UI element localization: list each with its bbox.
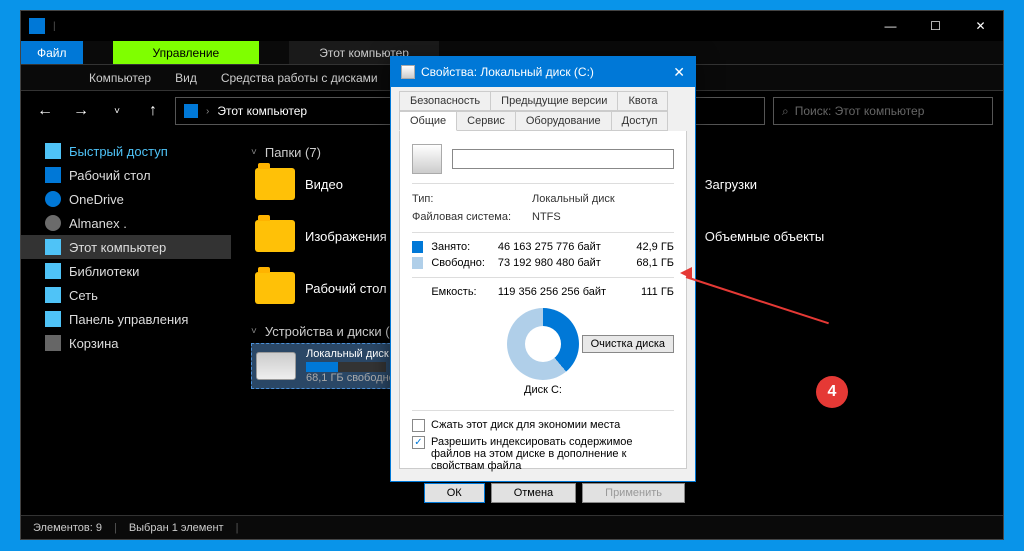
sidebar-control-panel[interactable]: Панель управления xyxy=(21,307,231,331)
index-label: Разрешить индексировать содержимое файло… xyxy=(431,436,674,472)
tab-security[interactable]: Безопасность xyxy=(399,91,491,111)
status-selected: Выбран 1 элемент xyxy=(129,522,224,534)
compress-label: Сжать этот диск для экономии места xyxy=(431,419,620,431)
free-label: Свободно: xyxy=(431,257,490,269)
chevron-down-icon: ˅ xyxy=(251,147,257,158)
used-bytes: 46 163 275 776 байт xyxy=(498,241,619,253)
title-bar: | — ☐ ✕ xyxy=(21,11,1003,41)
breadcrumb-chevron-icon: › xyxy=(206,106,209,117)
properties-dialog: Свойства: Локальный диск (C:) ✕ Безопасн… xyxy=(390,56,696,482)
sidebar-user[interactable]: Almanex . xyxy=(21,211,231,235)
capacity-gb: 111 ГБ xyxy=(627,286,674,298)
fs-value: NTFS xyxy=(532,211,561,223)
used-gb: 42,9 ГБ xyxy=(627,241,674,253)
dialog-tabs: Безопасность Предыдущие версии Квота Общ… xyxy=(391,87,695,131)
capacity-label: Емкость: xyxy=(431,286,490,298)
drive-name-input[interactable] xyxy=(452,149,674,169)
free-swatch xyxy=(412,257,423,269)
minimize-button[interactable]: — xyxy=(868,11,913,41)
fs-label: Файловая система: xyxy=(412,211,522,223)
type-value: Локальный диск xyxy=(532,193,615,205)
nav-forward-button[interactable]: → xyxy=(67,97,95,125)
tab-service[interactable]: Сервис xyxy=(456,111,516,131)
dialog-close-button[interactable]: ✕ xyxy=(673,64,685,81)
apply-button[interactable]: Применить xyxy=(582,483,685,503)
capacity-bytes: 119 356 256 256 байт xyxy=(498,286,619,298)
disk-label: Диск C: xyxy=(412,384,674,396)
tab-manage[interactable]: Управление xyxy=(113,41,260,64)
cancel-button[interactable]: Отмена xyxy=(491,483,576,503)
disk-cleanup-button[interactable]: Очистка диска xyxy=(582,335,674,353)
compress-checkbox[interactable] xyxy=(412,419,425,432)
subtab-drive-tools[interactable]: Средства работы с дисками xyxy=(221,71,378,85)
sidebar-this-pc[interactable]: Этот компьютер xyxy=(21,235,231,259)
tab-file[interactable]: Файл xyxy=(21,41,83,64)
drive-icon xyxy=(412,144,442,174)
subtab-computer[interactable]: Компьютер xyxy=(89,71,151,85)
dialog-buttons: ОК Отмена Применить xyxy=(391,477,695,509)
tab-access[interactable]: Доступ xyxy=(611,111,669,131)
sidebar-libraries[interactable]: Библиотеки xyxy=(21,259,231,283)
trash-icon xyxy=(45,335,61,351)
sidebar-network[interactable]: Сеть xyxy=(21,283,231,307)
dialog-title-bar[interactable]: Свойства: Локальный диск (C:) ✕ xyxy=(391,57,695,87)
user-icon xyxy=(45,215,61,231)
nav-history-button[interactable]: ˅ xyxy=(103,97,131,125)
network-icon xyxy=(45,287,61,303)
search-box[interactable]: ⌕ Поиск: Этот компьютер xyxy=(773,97,993,125)
title-divider: | xyxy=(53,21,56,32)
chevron-down-icon: ˅ xyxy=(251,326,257,337)
tab-quota[interactable]: Квота xyxy=(617,91,668,111)
folder-videos[interactable]: Видео xyxy=(251,164,391,204)
search-icon: ⌕ xyxy=(782,104,789,119)
folder-desktop[interactable]: Рабочий стол xyxy=(251,268,391,308)
tab-general[interactable]: Общие xyxy=(399,111,457,131)
folder-icon xyxy=(255,220,295,252)
ok-button[interactable]: ОК xyxy=(424,483,485,503)
used-swatch xyxy=(412,241,423,253)
dialog-body: Тип: Локальный диск Файловая система: NTFS… xyxy=(399,131,687,469)
pc-icon xyxy=(45,239,61,255)
sidebar: Быстрый доступ Рабочий стол OneDrive Alm… xyxy=(21,131,231,515)
maximize-button[interactable]: ☐ xyxy=(913,11,958,41)
close-button[interactable]: ✕ xyxy=(958,11,1003,41)
usage-donut-chart xyxy=(507,308,579,380)
index-checkbox[interactable]: ✓ xyxy=(412,436,425,449)
sidebar-recycle[interactable]: Корзина xyxy=(21,331,231,355)
free-gb: 68,1 ГБ xyxy=(627,257,674,269)
sidebar-desktop[interactable]: Рабочий стол xyxy=(21,163,231,187)
dialog-title: Свойства: Локальный диск (C:) xyxy=(421,65,594,79)
drive-icon xyxy=(256,352,296,380)
folder-pictures[interactable]: Изображения xyxy=(251,216,391,256)
nav-back-button[interactable]: ← xyxy=(31,97,59,125)
search-placeholder: Поиск: Этот компьютер xyxy=(795,104,925,118)
star-icon xyxy=(45,143,61,159)
subtab-view[interactable]: Вид xyxy=(175,71,197,85)
drive-usage-bar xyxy=(306,362,386,372)
status-elements: Элементов: 9 xyxy=(33,522,102,534)
type-label: Тип: xyxy=(412,193,522,205)
free-bytes: 73 192 980 480 байт xyxy=(498,257,619,269)
panel-icon xyxy=(45,311,61,327)
tab-hardware[interactable]: Оборудование xyxy=(515,111,612,131)
used-label: Занято: xyxy=(431,241,490,253)
folder-icon xyxy=(255,272,295,304)
folder-icon xyxy=(255,168,295,200)
app-icon xyxy=(29,18,45,34)
libraries-icon xyxy=(45,263,61,279)
nav-up-button[interactable]: ↑ xyxy=(139,97,167,125)
sidebar-onedrive[interactable]: OneDrive xyxy=(21,187,231,211)
cap-swatch xyxy=(412,286,423,298)
status-bar: Элементов: 9 | Выбран 1 элемент | xyxy=(21,515,1003,539)
folder-icon xyxy=(45,167,61,183)
tab-previous[interactable]: Предыдущие версии xyxy=(490,91,618,111)
cloud-icon xyxy=(45,191,61,207)
drive-icon xyxy=(401,65,415,79)
sidebar-quick-access[interactable]: Быстрый доступ xyxy=(21,139,231,163)
pc-icon xyxy=(184,104,198,118)
breadcrumb[interactable]: Этот компьютер xyxy=(217,104,307,118)
